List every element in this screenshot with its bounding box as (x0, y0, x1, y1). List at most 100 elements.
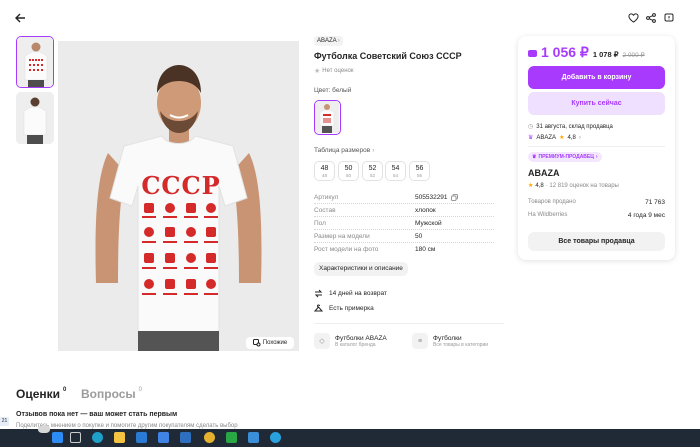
chrome-icon[interactable] (204, 432, 215, 443)
size-ru: 50 (345, 173, 351, 178)
tab-reviews-label: Оценки (16, 387, 61, 401)
explorer-icon[interactable] (114, 432, 125, 443)
seller-name[interactable]: ABAZA (528, 168, 560, 178)
chevron-right-icon: › (578, 134, 581, 141)
links-divider (314, 323, 504, 324)
crown-icon: ♛ (532, 154, 537, 160)
tshirt-front-thumb-image (17, 37, 53, 87)
return-icon (314, 289, 323, 298)
spec-divider (314, 229, 494, 230)
app-icon[interactable] (180, 432, 191, 443)
app-icon[interactable] (248, 432, 259, 443)
arrow-left-icon (14, 13, 25, 23)
taskbar: 21 (0, 417, 700, 447)
link-title: Футболки ABAZA (335, 334, 387, 342)
buy-now-button[interactable]: Купить сейчас (528, 92, 665, 115)
feature-text: Есть примерка (329, 305, 374, 312)
spec-label: Пол (314, 220, 326, 227)
report-button[interactable] (662, 11, 676, 25)
brand-catalog-link[interactable]: ◇ Футболки ABAZA В каталог бренда (314, 333, 387, 349)
seller-short-row[interactable]: ♛ ABAZA ★ 4,8 › (528, 134, 581, 142)
color-label: Цвет: белый (314, 87, 352, 94)
on-wb-value: 4 года 9 мес (627, 212, 665, 219)
taskbar-badge: 21 (0, 417, 9, 426)
premium-seller-badge[interactable]: ♛ ПРЕМИУМ-ПРОДАВЕЦ › (528, 152, 602, 162)
mail-icon[interactable] (136, 432, 147, 443)
size-value: 52 (368, 165, 377, 172)
tag-icon: ◇ (314, 333, 330, 349)
size-option[interactable]: 52 52 (362, 161, 383, 181)
main-product-image[interactable]: СССР Похожие (58, 41, 299, 351)
size-value: 54 (391, 165, 400, 172)
wallet-icon (528, 50, 537, 57)
tshirt-back-thumb-image (16, 92, 54, 144)
reviews-empty-title: Отзывов пока нет — ваш может стать первы… (16, 411, 178, 418)
favorite-button[interactable] (626, 11, 640, 25)
spec-divider (314, 203, 494, 204)
spec-value: 50 (415, 233, 423, 240)
app-icon[interactable] (226, 432, 237, 443)
spec-value: Мужской (415, 220, 442, 227)
spec-label: Рост модели на фото (314, 246, 379, 253)
chevron-right-icon: › (595, 154, 598, 160)
report-icon (664, 13, 674, 22)
product-title: Футболка Советский Союз СССР (314, 51, 462, 61)
old-price: 2 000 ₽ (622, 52, 645, 59)
tab-questions[interactable]: Вопросы 0 (81, 387, 142, 401)
size-option[interactable]: 50 50 (338, 161, 359, 181)
size-option[interactable]: 48 48 (314, 161, 335, 181)
seller-reviews: · 12 819 оценок на товары (545, 182, 619, 189)
feature-return: 14 дней на возврат (314, 289, 387, 298)
article-number: 505532291 (415, 194, 448, 201)
size-table-link[interactable]: Таблица размеров › (314, 147, 374, 154)
spec-value: 180 см (415, 246, 436, 253)
star-icon: ★ (528, 183, 534, 189)
share-button[interactable] (644, 11, 658, 25)
brand-badge[interactable]: ABAZA › (314, 36, 343, 46)
tab-questions-count: 0 (138, 387, 143, 393)
seller-short-rating: 4,8 (567, 134, 576, 141)
spec-divider (314, 216, 494, 217)
specs-description-button[interactable]: Характеристики и описание (314, 262, 408, 276)
category-link[interactable]: ≡ Футболки Все товары в категории (412, 333, 488, 349)
size-option[interactable]: 56 56 (409, 161, 430, 181)
link-title: Футболки (433, 334, 462, 342)
size-value: 48 (320, 165, 329, 172)
bird-icon (38, 425, 50, 433)
link-subtitle: Все товары в категории (433, 341, 489, 348)
size-option[interactable]: 54 54 (385, 161, 406, 181)
on-wb-label: На Wildberries (528, 212, 568, 218)
heart-icon (627, 13, 639, 23)
all-seller-goods-button[interactable]: Все товары продавца (528, 232, 665, 251)
thumbnail-front[interactable] (16, 36, 54, 88)
edge-icon[interactable] (92, 432, 103, 443)
feature-text: 14 дней на возврат (329, 290, 387, 297)
thumbnail-back[interactable] (16, 92, 54, 144)
seller-rating-row: ★ 4,8 · 12 819 оценок на товары (528, 182, 619, 190)
add-to-cart-button[interactable]: Добавить в корзину (528, 66, 665, 89)
delivery-text: 31 августа, склад продавца (536, 123, 613, 130)
back-button[interactable] (12, 11, 28, 25)
rating-text: Нет оценок (322, 68, 354, 74)
tab-reviews[interactable]: Оценки 0 (16, 387, 66, 401)
brand-badge-label: ABAZA (317, 38, 337, 44)
spec-value-article[interactable]: 505532291 (415, 194, 458, 201)
sold-label: Товаров продано (528, 199, 576, 205)
size-ru: 52 (369, 173, 375, 178)
card-divider (528, 146, 665, 147)
store-icon[interactable] (158, 432, 169, 443)
size-value: 50 (344, 165, 353, 172)
task-view-icon[interactable] (70, 432, 81, 443)
spec-label: Состав (314, 207, 336, 214)
tab-reviews-count: 0 (63, 387, 67, 393)
similar-button[interactable]: Похожие (246, 337, 294, 349)
seller-short-name: ABAZA (536, 134, 557, 141)
telegram-icon[interactable] (270, 432, 281, 443)
crown-icon: ♛ (528, 135, 534, 141)
share-icon (646, 13, 656, 23)
link-subtitle: В каталог бренда (335, 341, 376, 348)
start-icon[interactable] (52, 432, 63, 443)
color-swatch-white[interactable] (314, 100, 341, 135)
copy-icon[interactable] (450, 194, 458, 201)
premium-badge-label: ПРЕМИУМ-ПРОДАВЕЦ (538, 154, 594, 160)
